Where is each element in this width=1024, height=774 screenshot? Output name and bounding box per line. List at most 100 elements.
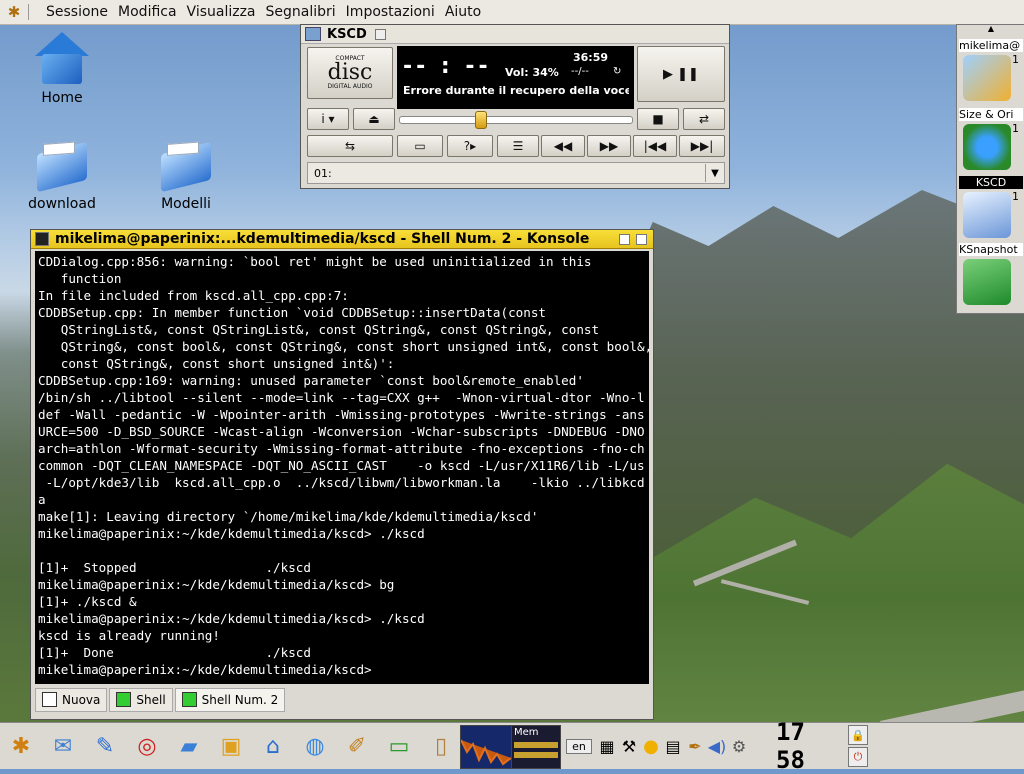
speaker-icon[interactable]: ◀) (706, 737, 728, 756)
previous-track-button[interactable]: |◀◀ (633, 135, 677, 157)
konqueror-globe-icon[interactable]: ◍ (298, 729, 332, 763)
dock-item-label: Size & Ori (959, 108, 1023, 121)
logout-icon[interactable]: ⏻ (848, 747, 868, 767)
lock-icon[interactable]: ▤ (662, 737, 684, 756)
cd-logo-button[interactable]: COMPACT disc DIGITAL AUDIO (307, 47, 393, 99)
info-menu-button[interactable]: i ▾ (307, 108, 349, 130)
volume-slider-handle[interactable] (475, 111, 487, 129)
kscd-thumbnail-icon (963, 192, 1011, 238)
desktop-icon-download[interactable]: download (12, 136, 112, 212)
konsole-titlebar[interactable]: mikelima@paperinix:...kdemultimedia/kscd… (31, 230, 653, 249)
folder-icon (159, 136, 213, 193)
chevron-down-icon[interactable]: ▼ (705, 164, 724, 182)
tab-label: Nuova (62, 692, 101, 707)
menu-sessione[interactable]: Sessione (41, 4, 113, 20)
session-buttons: 🔒 ⏻ (848, 725, 868, 767)
logo-bottom: DIGITAL AUDIO (327, 83, 373, 90)
track-display: --/-- (571, 66, 589, 77)
kde-menu-icon[interactable]: ✱ (0, 0, 28, 24)
tools-icon[interactable]: ⚒ (618, 737, 640, 756)
desktop-icon-label: Modelli (161, 196, 211, 212)
kmenu-icon[interactable]: ✱ (4, 729, 38, 763)
menubar-separator (28, 4, 33, 20)
terminal-line: make[1]: Leaving directory `/home/mikeli… (38, 509, 539, 524)
rewind-button[interactable]: ◀◀ (541, 135, 585, 157)
menu-aiuto[interactable]: Aiuto (440, 4, 486, 20)
play-pause-button[interactable]: ▶ ❚❚ (637, 46, 725, 102)
desktop-icon-modelli[interactable]: Modelli (136, 136, 236, 212)
memory-bar (514, 742, 558, 748)
konsole-app-icon[interactable] (35, 232, 49, 246)
tab-label: Shell Num. 2 (201, 692, 279, 707)
shuffle-button[interactable]: ⇆ (307, 135, 393, 157)
keyboard-layout-icon[interactable]: en (566, 738, 592, 754)
tab-shell-num-2[interactable]: Shell Num. 2 (174, 687, 286, 712)
terminal-line: const QString&, const short unsigned int… (38, 356, 395, 371)
konsole-title: mikelima@paperinix:...kdemultimedia/kscd… (55, 231, 590, 247)
options-button[interactable]: ▭ (397, 135, 443, 157)
menu-visualizza[interactable]: Visualizza (182, 4, 261, 20)
kscd-window: KSCD COMPACT disc DIGITAL AUDIO -- : -- … (300, 24, 730, 189)
dock-item-kscd[interactable]: KSCD 1 (959, 176, 1023, 242)
stop-button[interactable]: ■ (637, 108, 679, 130)
menu-impostazioni[interactable]: Impostazioni (341, 4, 440, 20)
next-track-button[interactable]: ▶▶| (679, 135, 725, 157)
menu-segnalibri[interactable]: Segnalibri (261, 4, 341, 20)
home-icon[interactable]: ⌂ (256, 729, 290, 763)
menu-modifica[interactable]: Modifica (113, 4, 182, 20)
terminal-line: mikelima@paperinix:~/kde/kdemultimedia/k… (38, 611, 425, 626)
kwallet-icon[interactable]: ▯ (424, 729, 458, 763)
kate-icon[interactable]: ✐ (340, 729, 374, 763)
system-tray: en ▦ ⚒ ● ▤ ✒ ◀) ⚙ (566, 731, 766, 761)
track-select-combo[interactable]: 01: ▼ (307, 162, 725, 184)
cpu-load-monitor[interactable] (460, 725, 512, 769)
settings-icon[interactable]: ⚙ (728, 737, 750, 756)
minimize-button[interactable] (619, 233, 630, 245)
logo-mid: disc (327, 60, 373, 85)
terminal-output[interactable]: CDDialog.cpp:856: warning: `bool ret' mi… (35, 251, 649, 684)
konqueror-folder-icon[interactable]: ▰ (172, 729, 206, 763)
monitor-icon[interactable]: ▭ (382, 729, 416, 763)
eject-button[interactable]: ⏏ (353, 108, 395, 130)
global-menubar: ✱ Sessione Modifica Visualizza Segnalibr… (0, 0, 1024, 25)
dock-item-ksnapshot[interactable]: KSnapshot (959, 243, 1023, 309)
maximize-button[interactable] (636, 233, 647, 245)
konsole-window: mikelima@paperinix:...kdemultimedia/kscd… (30, 229, 654, 720)
cpu-graph-icon (461, 739, 511, 766)
clock[interactable]: 17 58 (776, 718, 840, 774)
help-lifebuoy-icon[interactable]: ◎ (130, 729, 164, 763)
track-select-value: 01: (314, 166, 332, 180)
dock-item-label: KSnapshot (959, 243, 1023, 256)
lock-screen-icon[interactable]: 🔒 (848, 725, 868, 745)
new-session-button[interactable]: Nuova (35, 687, 108, 712)
loop-button[interactable]: ⇄ (683, 108, 725, 130)
kscd-sticky-button[interactable] (374, 28, 386, 40)
forward-button[interactable]: ▶▶ (587, 135, 631, 157)
terminal-line: mikelima@paperinix:~/kde/kdemultimedia/k… (38, 526, 425, 541)
terminal-line: a (38, 492, 46, 507)
volume-display: Vol: 34% (505, 66, 559, 79)
dock-item-size-orientation[interactable]: Size & Ori 1 (959, 108, 1023, 174)
kontact-icon[interactable]: ✉ (46, 729, 80, 763)
kscd-app-icon[interactable] (305, 27, 321, 41)
ksnapshot-icon (963, 259, 1011, 305)
help-button[interactable]: ?▸ (447, 135, 493, 157)
paint-icon[interactable]: ✒ (684, 737, 706, 756)
kscd-titlebar[interactable]: KSCD (301, 25, 729, 44)
memory-label: Mem (514, 727, 539, 738)
tracklist-button[interactable]: ☰ (497, 135, 539, 157)
desktop-icon-label: Home (41, 90, 83, 106)
dock-item-konsole[interactable]: mikelima@ 1 (959, 39, 1023, 105)
kmail-icon[interactable]: ✎ (88, 729, 122, 763)
calendar-icon[interactable]: ▦ (596, 737, 618, 756)
volume-slider[interactable] (399, 111, 633, 129)
terminal-line: common -DQT_CLEAN_NAMESPACE -DQT_NO_ASCI… (38, 458, 645, 473)
desktop-preview-icon[interactable]: ▣ (214, 729, 248, 763)
terminal-line: [1]+ Stopped ./kscd (38, 560, 311, 575)
memory-monitor[interactable]: Mem (511, 725, 561, 769)
window-dock: ▲ mikelima@ 1 Size & Ori 1 KSCD 1 KSnaps… (956, 24, 1024, 314)
desktop-icon-home[interactable]: Home (12, 30, 112, 106)
sun-icon[interactable]: ● (640, 736, 662, 757)
dock-scroll-up-icon[interactable]: ▲ (957, 25, 1024, 33)
tab-shell[interactable]: Shell (109, 687, 173, 712)
